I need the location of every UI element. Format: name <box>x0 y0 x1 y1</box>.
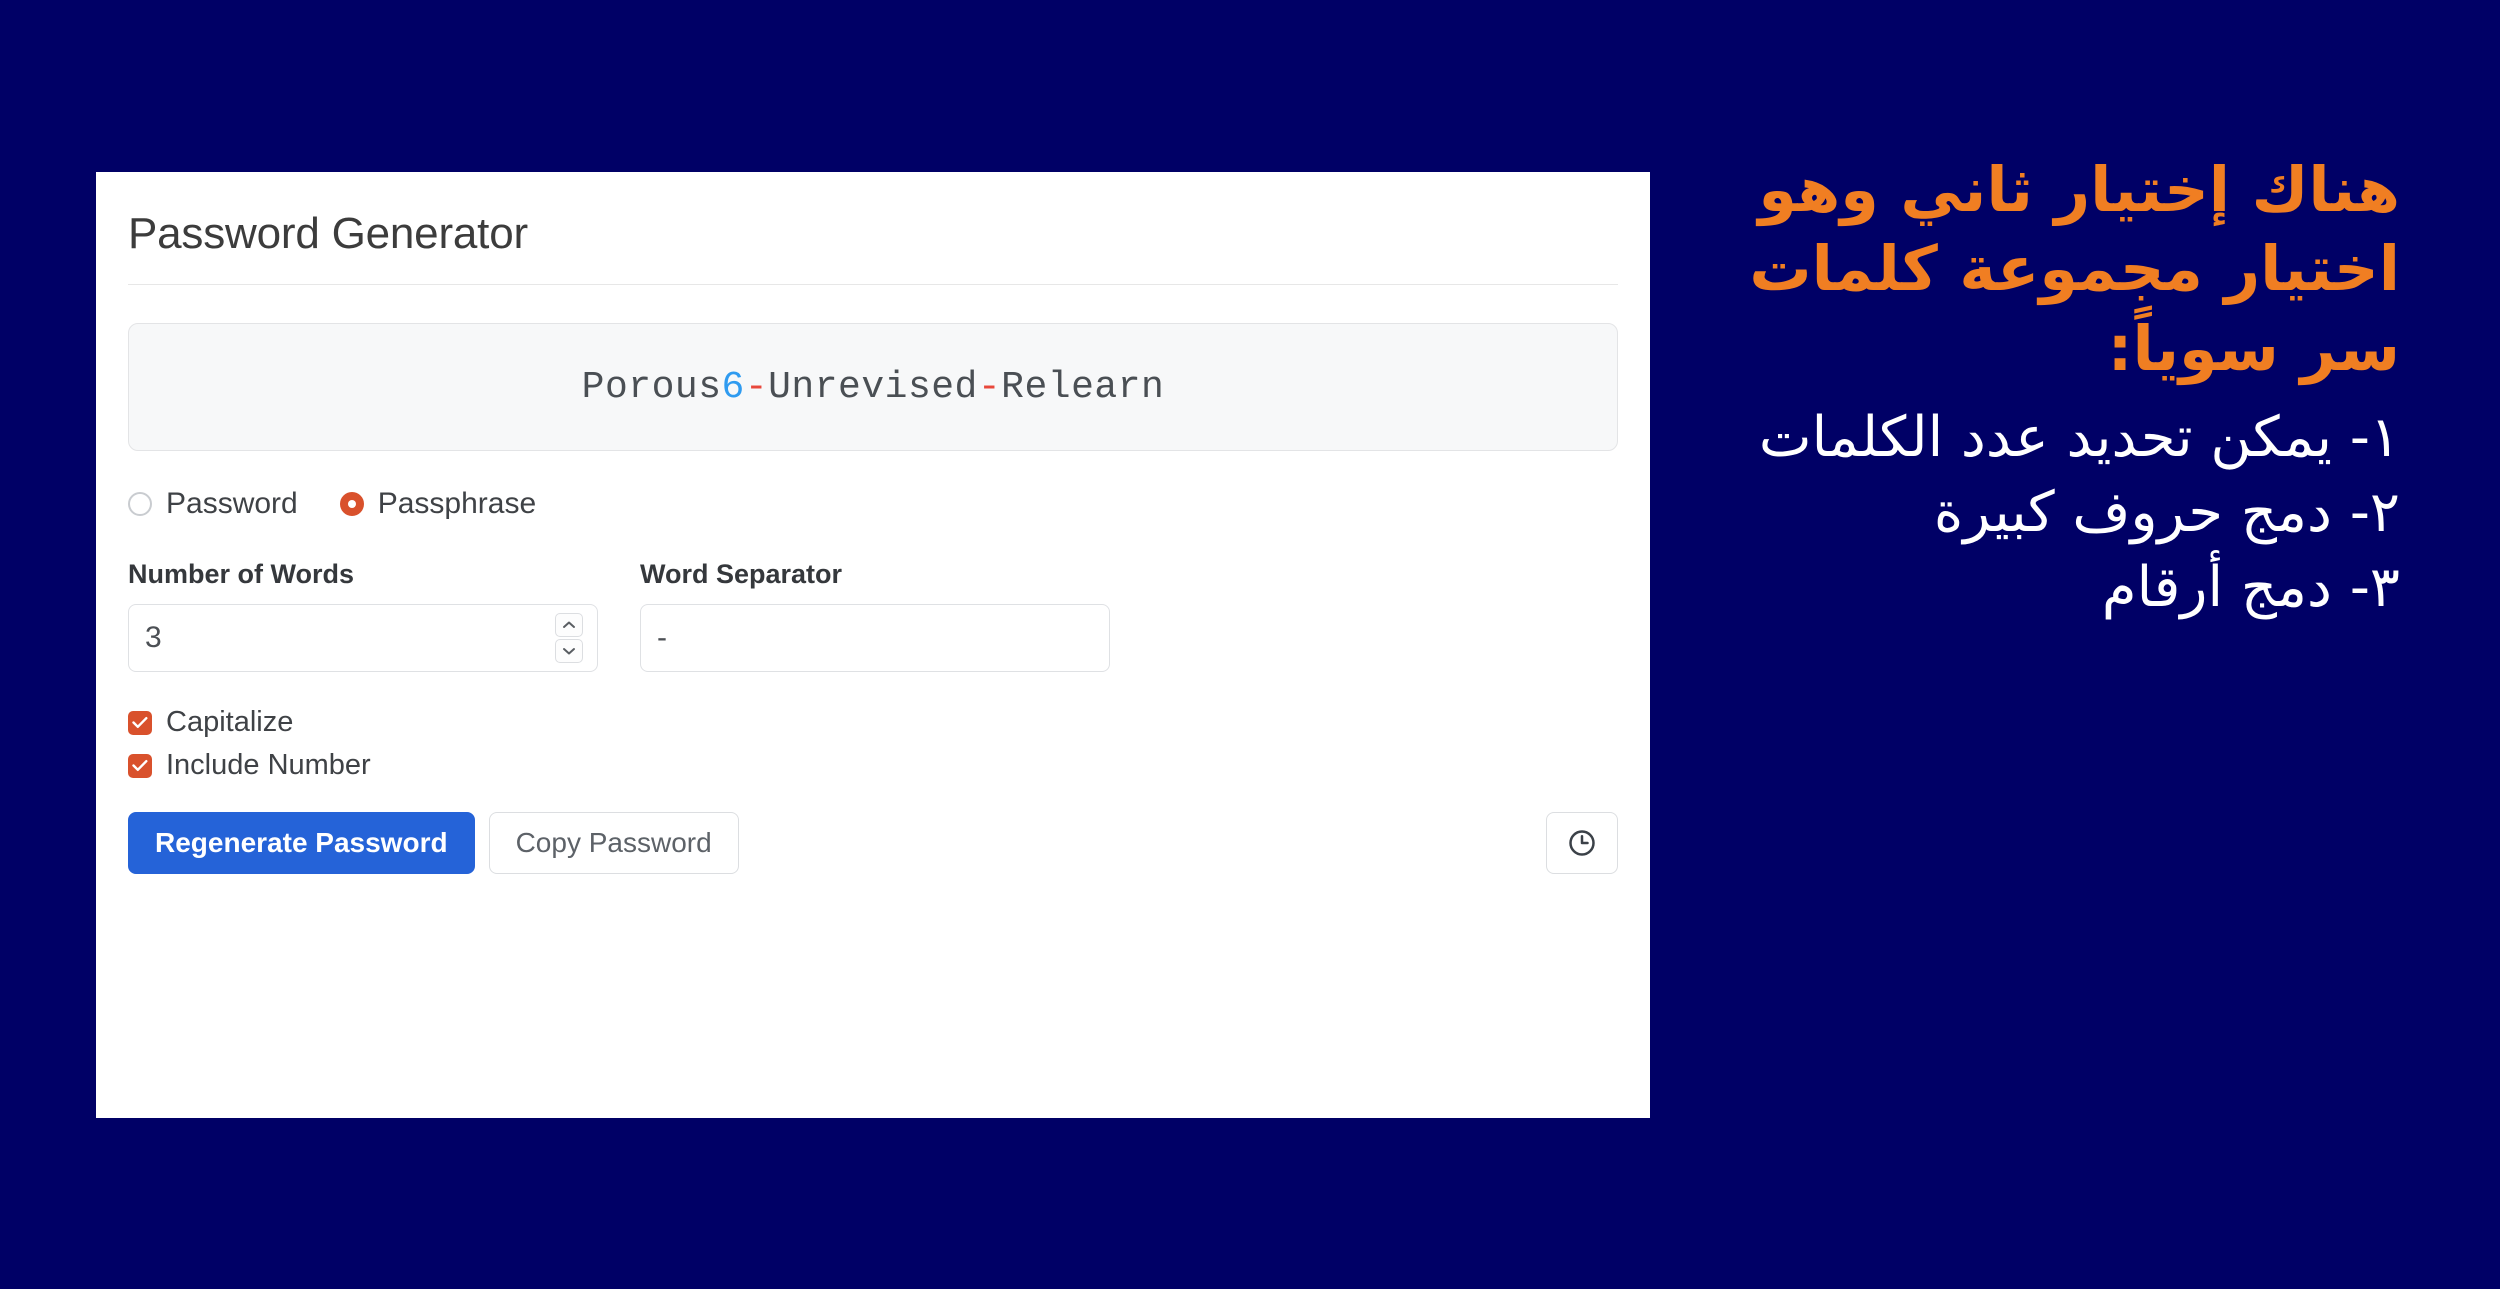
password-type-radio-group: Password Passphrase <box>128 487 1618 521</box>
password-word-1: Porous <box>581 365 722 409</box>
checkbox-label-capitalize: Capitalize <box>166 706 294 739</box>
chevron-up-icon <box>563 621 575 629</box>
label-number-of-words: Number of Words <box>128 559 355 590</box>
annotation-list: ١- يمكن تحديد عدد الكلمات ٢- دمج حروف كب… <box>1700 402 2400 624</box>
field-number-of-words: Number of Words 3 <box>128 559 598 673</box>
chevron-down-icon <box>563 648 575 655</box>
password-history-button[interactable] <box>1546 812 1618 875</box>
annotation-list-item: ٣- دمج أرقام <box>2101 554 2400 620</box>
password-number: 6 <box>721 365 745 409</box>
checkbox-option-include-number[interactable]: Include Number <box>128 749 1618 782</box>
generated-password-display[interactable]: Porous6-Unrevised-Relearn <box>128 323 1618 452</box>
annotation-list-item: ٢- دمج حروف كبيرة <box>1933 479 2400 545</box>
stepper-down-button[interactable] <box>555 639 583 664</box>
number-of-words-stepper <box>555 613 583 664</box>
annotation-heading: هناك إختيار ثاني وهو اختيار مجموعة كلمات… <box>1749 153 2400 385</box>
clock-icon <box>1569 830 1595 857</box>
checkbox-icon-capitalize[interactable] <box>128 710 152 735</box>
generated-password-text: Porous6-Unrevised-Relearn <box>582 366 1165 409</box>
password-word-2: Unrevised <box>768 365 978 409</box>
options-field-row: Number of Words 3 Word Separator - <box>128 559 1618 673</box>
password-options-checkbox-group: Capitalize Include Number <box>128 706 1618 782</box>
password-separator-1: - <box>744 365 769 409</box>
password-word-3: Relearn <box>1001 365 1165 409</box>
stepper-up-button[interactable] <box>555 613 583 638</box>
action-bar: Regenerate Password Copy Password <box>128 812 1618 875</box>
checkbox-label-include-number: Include Number <box>166 749 371 782</box>
word-separator-value: - <box>657 621 667 655</box>
password-generator-card: Password Generator Porous6-Unrevised-Rel… <box>96 172 1650 1118</box>
password-separator-2: - <box>977 365 1002 409</box>
field-word-separator: Word Separator - <box>640 559 1110 673</box>
radio-icon-password[interactable] <box>128 492 152 517</box>
radio-option-passphrase[interactable]: Passphrase <box>339 487 537 521</box>
copy-password-button[interactable]: Copy Password <box>488 812 739 875</box>
annotation-list-item: ١- يمكن تحديد عدد الكلمات <box>1758 405 2400 471</box>
word-separator-input[interactable]: - <box>640 604 1110 673</box>
radio-label-password: Password <box>166 487 298 521</box>
radio-option-password[interactable]: Password <box>128 487 298 521</box>
regenerate-password-button[interactable]: Regenerate Password <box>128 812 475 875</box>
check-icon <box>132 760 148 772</box>
checkbox-icon-include-number[interactable] <box>128 753 152 778</box>
check-icon <box>132 717 148 729</box>
radio-icon-passphrase[interactable] <box>339 492 364 517</box>
title-divider <box>128 284 1618 286</box>
label-word-separator: Word Separator <box>640 559 843 590</box>
number-of-words-input[interactable]: 3 <box>128 604 598 673</box>
checkbox-option-capitalize[interactable]: Capitalize <box>128 706 1618 739</box>
annotation-panel: هناك إختيار ثاني وهو اختيار مجموعة كلمات… <box>1700 150 2400 626</box>
page-title: Password Generator <box>128 209 528 258</box>
radio-label-passphrase: Passphrase <box>377 487 537 521</box>
number-of-words-value: 3 <box>145 621 162 655</box>
